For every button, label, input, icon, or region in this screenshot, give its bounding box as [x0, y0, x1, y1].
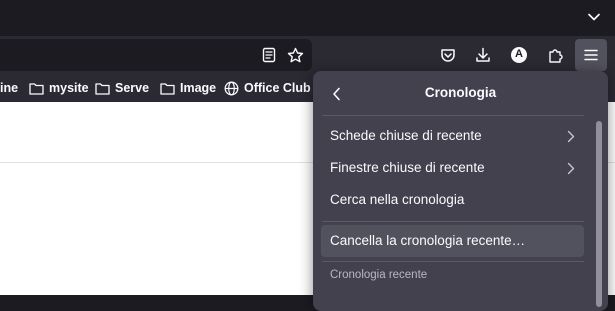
- bookmark-label: Image: [180, 81, 217, 95]
- downloads-button[interactable]: [467, 39, 499, 71]
- bookmark-label: ine: [0, 81, 19, 95]
- download-icon: [476, 47, 490, 62]
- folder-icon: [29, 82, 44, 95]
- separator: [322, 221, 584, 222]
- chevron-right-icon: [564, 160, 578, 176]
- chevron-down-icon: [588, 13, 600, 21]
- chevron-right-icon: [564, 128, 578, 144]
- pocket-button[interactable]: [432, 39, 464, 71]
- bookmark-folder-image[interactable]: Image: [160, 74, 216, 102]
- recent-history-section-label: Cronologia recente: [330, 269, 428, 281]
- account-button[interactable]: A: [503, 39, 535, 71]
- separator: [322, 261, 584, 262]
- menu-item-label: Schede chiuse di recente: [330, 128, 482, 143]
- bookmark-label: mysite: [49, 81, 89, 95]
- navigation-toolbar: A: [0, 36, 615, 74]
- folder-icon: [95, 82, 110, 95]
- separator: [322, 115, 584, 116]
- extensions-button[interactable]: [539, 39, 571, 71]
- app-menu-button[interactable]: [575, 39, 607, 71]
- menu-item-recently-closed-tabs[interactable]: Schede chiuse di recente: [321, 120, 584, 152]
- panel-header: Cronologia: [313, 71, 608, 115]
- globe-icon: [224, 81, 239, 95]
- url-bar[interactable]: [0, 39, 312, 71]
- account-initial: A: [515, 48, 523, 60]
- reader-view-icon: [262, 47, 276, 63]
- pocket-icon: [441, 49, 455, 62]
- hamburger-menu-icon: [584, 49, 598, 61]
- bookmark-folder-server[interactable]: Server: [95, 74, 149, 102]
- menu-item-label: Cerca nella cronologia: [330, 192, 465, 207]
- menu-item-search-history[interactable]: Cerca nella cronologia: [321, 184, 584, 216]
- panel-title: Cronologia: [424, 85, 497, 100]
- tab-strip: [0, 0, 615, 36]
- bookmark-item-partial[interactable]: ine: [0, 74, 18, 102]
- reader-view-button[interactable]: [260, 46, 278, 64]
- bookmark-label: Server: [115, 81, 149, 95]
- star-icon: [287, 47, 303, 62]
- puzzle-piece-icon: [548, 48, 563, 63]
- menu-item-label: Finestre chiuse di recente: [330, 160, 485, 175]
- bookmark-label: Office Club: [244, 81, 311, 95]
- folder-icon: [160, 82, 175, 95]
- bookmark-office-club[interactable]: Office Club: [224, 74, 311, 102]
- menu-item-recently-closed-windows[interactable]: Finestre chiuse di recente: [321, 152, 584, 184]
- list-all-tabs-button[interactable]: [583, 6, 605, 28]
- history-panel: Cronologia Schede chiuse di recente Fine…: [313, 71, 608, 311]
- menu-item-clear-recent-history[interactable]: Cancella la cronologia recente…: [321, 225, 584, 257]
- panel-scrollbar[interactable]: [596, 121, 602, 307]
- bookmark-star-button[interactable]: [286, 46, 304, 64]
- menu-item-label: Cancella la cronologia recente…: [330, 233, 526, 248]
- bookmark-folder-mysite[interactable]: mysite: [29, 74, 89, 102]
